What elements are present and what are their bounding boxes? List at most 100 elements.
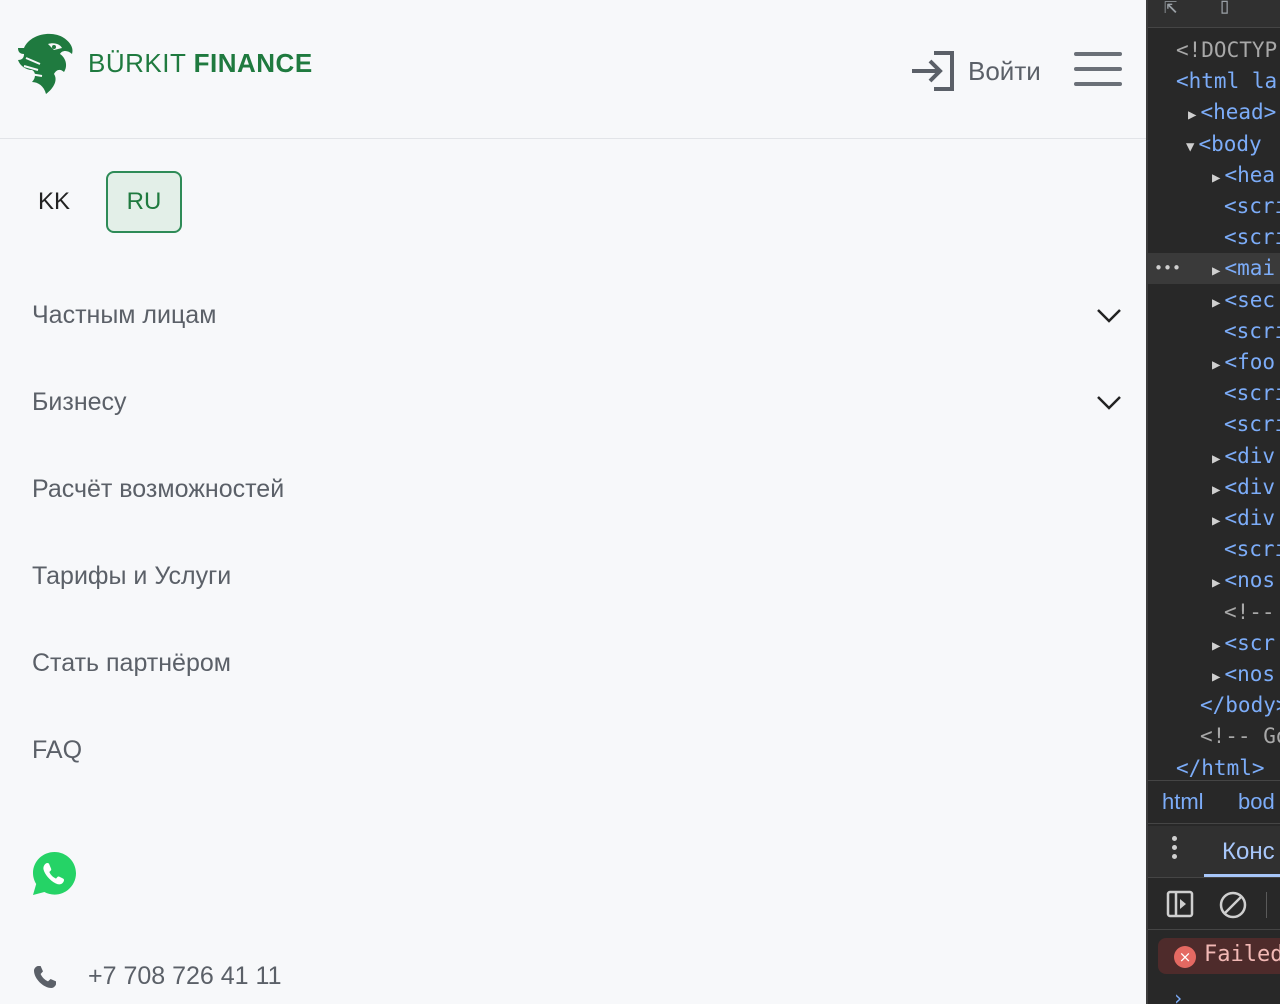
menu-item-label: FAQ xyxy=(32,736,83,764)
device-toolbar-icon[interactable]: ▯ xyxy=(1218,0,1231,19)
dom-node-text: <scri xyxy=(1224,318,1280,343)
dom-tree-line[interactable]: <scri xyxy=(1224,316,1280,347)
site-header: BÜRKIT FINANCE Войти xyxy=(0,0,1146,139)
drawer-tabbar: Конс xyxy=(1148,826,1280,878)
toolbar-separator xyxy=(1266,892,1267,918)
dom-node-text: </body> xyxy=(1200,693,1280,718)
dom-tree-line[interactable]: <scri xyxy=(1224,378,1280,409)
console-toolbar xyxy=(1148,878,1280,930)
breadcrumb-body[interactable]: bod xyxy=(1238,789,1275,815)
eagle-logo-icon xyxy=(18,33,73,94)
expand-triangle-icon[interactable]: ▶ xyxy=(1212,638,1220,654)
brand-name-thin: BÜRKIT xyxy=(88,47,194,78)
dom-tree-line[interactable]: ▶ <nos xyxy=(1212,659,1275,690)
menu-item-label: Тарифы и Услуги xyxy=(32,562,232,590)
dom-node-text: <foo xyxy=(1224,350,1276,374)
expand-triangle-icon[interactable]: ▶ xyxy=(1188,107,1196,123)
expand-triangle-icon[interactable]: ▶ xyxy=(1212,575,1220,591)
dom-node-text: <body xyxy=(1198,131,1262,156)
expand-triangle-icon[interactable]: ▶ xyxy=(1212,357,1220,373)
dom-tree-line[interactable]: ▶ <nos xyxy=(1212,565,1275,596)
expand-triangle-icon[interactable]: ▶ xyxy=(1212,482,1220,498)
menu-item-faq[interactable]: FAQ xyxy=(32,707,1122,794)
dom-node-text: </html> xyxy=(1176,755,1265,780)
lang-kk[interactable]: KK xyxy=(24,171,84,233)
dom-tree-line[interactable]: ▶ <div xyxy=(1212,472,1275,503)
dom-tree-line[interactable]: <!DOCTYP xyxy=(1176,35,1277,66)
menu-item-calculator[interactable]: Расчёт возможностей xyxy=(32,446,1122,533)
dom-tree-line[interactable]: <scri xyxy=(1224,191,1280,222)
chevron-down-icon xyxy=(1097,395,1121,410)
lang-ru[interactable]: RU xyxy=(106,171,182,233)
dom-tree-line[interactable]: ▼ <body xyxy=(1186,129,1262,160)
expand-triangle-icon[interactable]: ▶ xyxy=(1212,669,1220,685)
dom-node-text: <sec xyxy=(1224,287,1276,312)
dom-node-text: <scri xyxy=(1224,412,1280,437)
menu-item-label: Стать партнёром xyxy=(32,649,231,677)
menu-item-business[interactable]: Бизнесу xyxy=(32,359,1122,446)
dom-node-text: <scri xyxy=(1224,194,1280,218)
language-switcher: KK RU xyxy=(24,171,182,233)
dom-node-text: <div xyxy=(1224,474,1276,499)
menu-item-label: Бизнесу xyxy=(32,388,127,416)
dom-tree-line[interactable]: ▶ <scr xyxy=(1212,628,1275,659)
inspect-element-icon[interactable]: ⇱ xyxy=(1164,0,1177,19)
brand-name-bold: FINANCE xyxy=(193,47,313,78)
dom-node-text: <scri xyxy=(1224,381,1280,406)
dom-node-text: <!DOCTYP xyxy=(1176,38,1278,62)
expand-triangle-icon[interactable]: ▼ xyxy=(1186,139,1194,155)
dom-tree-line[interactable]: </body> xyxy=(1200,690,1280,721)
chevron-down-icon xyxy=(1097,308,1121,323)
dom-tree-line[interactable]: ▶ <head> xyxy=(1188,97,1276,128)
menu-item-individuals[interactable]: Частным лицам xyxy=(32,272,1122,359)
mobile-nav-menu: Частным лицам Бизнесу Расчёт возможносте… xyxy=(32,272,1122,794)
dom-tree-line[interactable]: ▶ <foo xyxy=(1212,347,1275,378)
login-button[interactable]: Войти xyxy=(910,50,1041,92)
sidebar-toggle-icon[interactable] xyxy=(1166,890,1194,918)
dom-node-text: <scri xyxy=(1224,225,1280,250)
menu-item-label: Расчёт возможностей xyxy=(32,475,285,503)
clear-console-icon[interactable] xyxy=(1218,890,1248,920)
dom-tree-line[interactable]: <!-- xyxy=(1224,597,1275,628)
dom-node-text: <!-- Go xyxy=(1200,724,1280,749)
breadcrumb-html[interactable]: html xyxy=(1162,789,1204,815)
more-tabs-icon[interactable] xyxy=(1172,836,1178,863)
hamburger-menu-icon[interactable] xyxy=(1074,52,1122,90)
expand-triangle-icon[interactable]: ▶ xyxy=(1212,513,1220,529)
dom-node-text: <!-- xyxy=(1224,599,1275,624)
dom-node-text: <div xyxy=(1224,506,1276,530)
dom-tree-line[interactable]: <scri xyxy=(1224,222,1280,253)
dom-tree-line[interactable]: ▶ <div xyxy=(1212,503,1275,534)
error-icon: × xyxy=(1174,946,1196,968)
console-prompt[interactable]: › xyxy=(1172,986,1184,1004)
dom-tree-line[interactable]: ••• ▶ <mai xyxy=(1148,253,1280,285)
expand-triangle-icon[interactable]: ▶ xyxy=(1212,295,1220,311)
expand-triangle-icon[interactable]: ▶ xyxy=(1212,451,1220,467)
dom-node-text: <scr xyxy=(1224,630,1276,655)
dom-tree-line[interactable]: <html la xyxy=(1176,66,1277,97)
menu-item-tariffs[interactable]: Тарифы и Услуги xyxy=(32,533,1122,620)
dom-tree-line[interactable]: ▶ <hea xyxy=(1212,160,1275,191)
brand-logo[interactable]: BÜRKIT FINANCE xyxy=(14,30,313,96)
dom-tree-line[interactable]: <!-- Go xyxy=(1200,721,1280,752)
dom-tree-line[interactable]: ▶ <div xyxy=(1212,441,1275,472)
dom-node-text: <nos xyxy=(1224,662,1276,686)
phone-icon xyxy=(34,965,56,988)
menu-item-partner[interactable]: Стать партнёром xyxy=(32,620,1122,707)
dom-node-text: <nos xyxy=(1224,568,1276,593)
devtools-panel: ⇱ ▯ <!DOCTYP <html la ▶ <head> ▼ <body ▶ <hea <… xyxy=(1146,0,1280,1004)
whatsapp-icon[interactable] xyxy=(31,850,78,897)
tab-console[interactable]: Конс xyxy=(1222,838,1275,866)
selected-node-marker[interactable]: ••• xyxy=(1154,253,1181,284)
dom-node-text: <hea xyxy=(1224,162,1276,187)
dom-tree-line[interactable]: <scri xyxy=(1224,534,1280,565)
login-label: Войти xyxy=(968,55,1041,86)
dom-tree-line[interactable]: </html> xyxy=(1176,753,1265,784)
brand-name: BÜRKIT FINANCE xyxy=(88,48,313,79)
expand-triangle-icon[interactable]: ▶ xyxy=(1212,170,1220,186)
dom-tree-line[interactable]: <scri xyxy=(1224,409,1280,440)
dom-tree-line[interactable]: ▶ <sec xyxy=(1212,285,1275,316)
console-error-message[interactable]: × Failed xyxy=(1158,938,1280,974)
expand-triangle-icon[interactable]: ▶ xyxy=(1212,263,1220,279)
phone-link[interactable]: +7 708 726 41 11 xyxy=(32,962,281,991)
